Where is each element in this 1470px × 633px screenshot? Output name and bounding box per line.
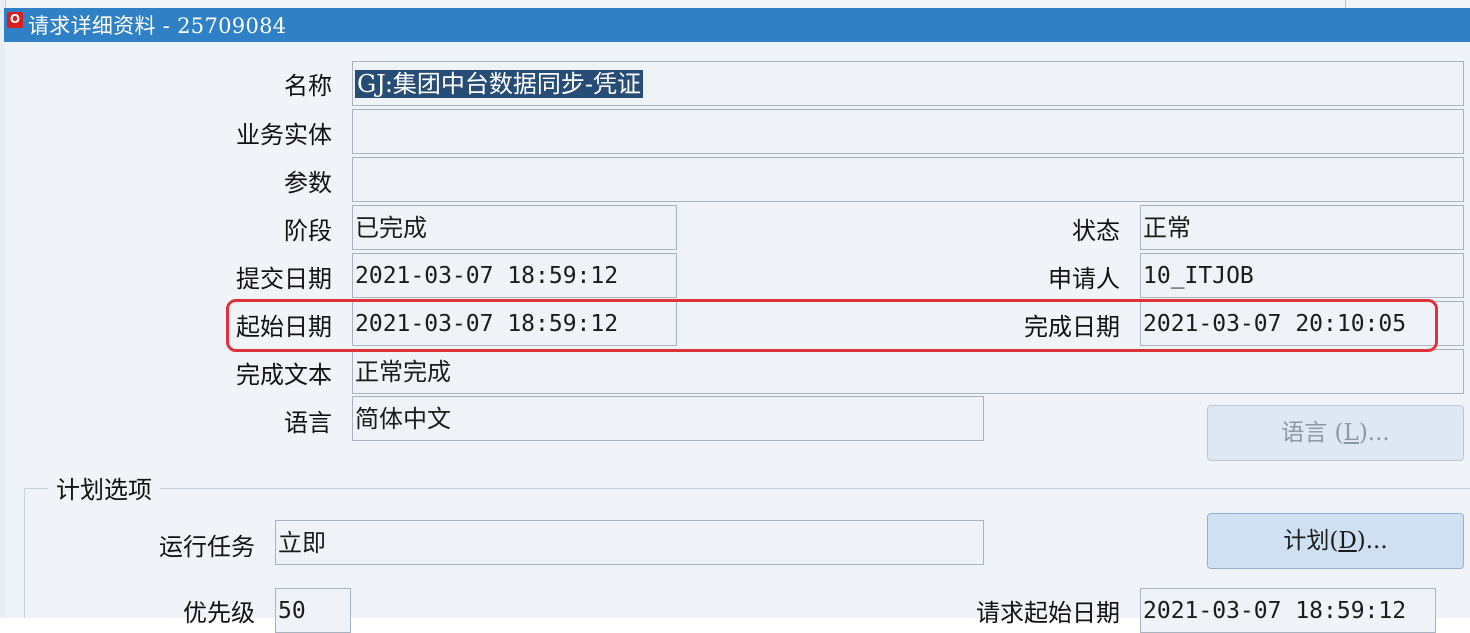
completion-text-label: 完成文本 [236, 361, 332, 389]
run-task-field[interactable]: 立即 [275, 520, 984, 565]
language-button-mnemonic: L [1343, 420, 1359, 446]
language-button-label: 语言 ( [1281, 420, 1344, 446]
completion-text-field[interactable]: 正常完成 [352, 349, 1464, 394]
schedule-group-border [24, 488, 1470, 489]
schedule-button[interactable]: 计划(D)... [1207, 513, 1464, 569]
requester-label: 申请人 [1048, 265, 1120, 293]
request-start-date-field[interactable]: 2021-03-07 18:59:12 [1140, 588, 1436, 633]
divider [1345, 0, 1346, 8]
completion-date-label: 完成日期 [1024, 313, 1120, 341]
params-label: 参数 [284, 169, 332, 197]
window-title: 请求详细资料 - 25709084 [28, 14, 287, 38]
requester-field[interactable]: 10_ITJOB [1140, 253, 1464, 298]
request-start-date-label: 请求起始日期 [976, 599, 1120, 627]
language-field[interactable]: 简体中文 [352, 396, 984, 441]
status-field[interactable]: 正常 [1140, 205, 1464, 250]
language-label: 语言 [284, 409, 332, 437]
phase-label: 阶段 [284, 217, 332, 245]
language-button[interactable]: 语言 (L)... [1207, 405, 1464, 461]
name-field[interactable]: GJ:集团中台数据同步-凭证 [352, 61, 1464, 106]
schedule-group-title: 计划选项 [48, 474, 160, 506]
status-label: 状态 [1072, 217, 1120, 245]
window-titlebar[interactable]: O 请求详细资料 - 25709084 [4, 8, 1470, 42]
submit-date-field[interactable]: 2021-03-07 18:59:12 [352, 253, 677, 298]
entity-field[interactable] [352, 109, 1464, 154]
language-button-suffix: )... [1358, 420, 1390, 446]
submit-date-label: 提交日期 [236, 265, 332, 293]
name-label: 名称 [284, 72, 332, 100]
priority-field[interactable]: 50 [275, 588, 351, 633]
schedule-button-label: 计划( [1283, 528, 1339, 554]
priority-label: 优先级 [183, 599, 255, 627]
params-field[interactable] [352, 157, 1464, 202]
entity-label: 业务实体 [236, 121, 332, 149]
start-date-field[interactable]: 2021-03-07 18:59:12 [352, 301, 677, 346]
schedule-button-suffix: )... [1356, 528, 1388, 554]
schedule-button-mnemonic: D [1338, 528, 1357, 554]
oracle-window-icon[interactable]: O [7, 12, 23, 28]
run-task-label: 运行任务 [159, 533, 255, 561]
completion-date-field[interactable]: 2021-03-07 20:10:05 [1140, 301, 1464, 346]
name-value: GJ:集团中台数据同步-凭证 [355, 70, 644, 98]
schedule-group-border-left [24, 488, 25, 618]
start-date-label: 起始日期 [236, 313, 332, 341]
phase-field[interactable]: 已完成 [352, 205, 677, 250]
screen-top-edge [0, 0, 1470, 8]
